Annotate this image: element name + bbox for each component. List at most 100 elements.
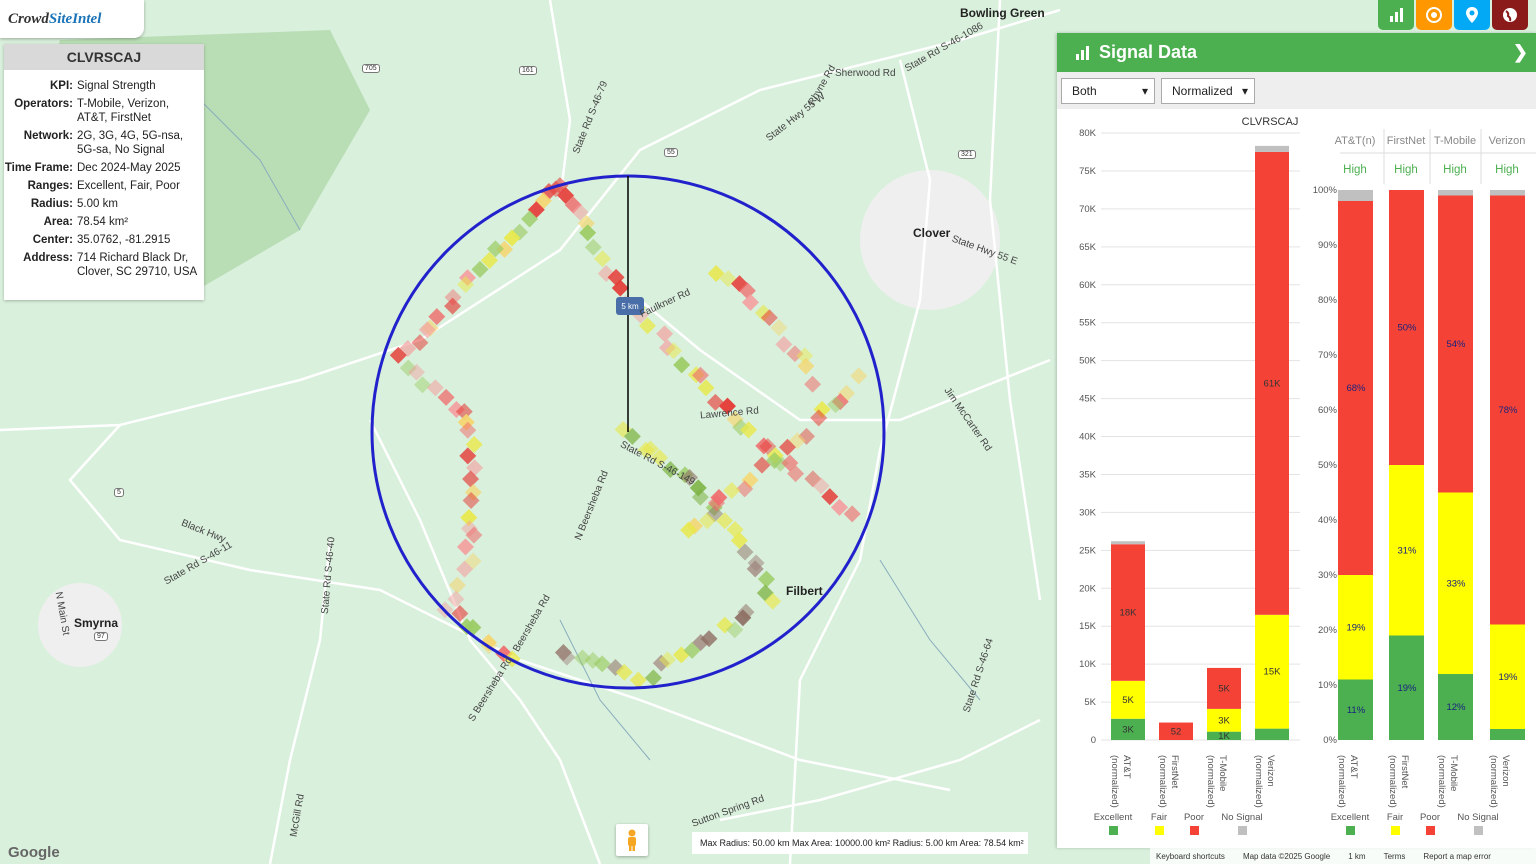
top-toolbar xyxy=(1378,0,1528,30)
chart-icon xyxy=(1390,8,1403,22)
y-tick-label: 25K xyxy=(1079,545,1097,556)
legend-label: Excellent xyxy=(1094,812,1133,823)
y-tick-label: 65K xyxy=(1079,242,1097,253)
chevron-down-icon: ▾ xyxy=(1241,83,1248,98)
y-tick-label: 70% xyxy=(1318,350,1338,361)
bar-segment xyxy=(1490,190,1525,196)
y-tick-label: 45K xyxy=(1079,394,1097,405)
bar-data-label: 61K xyxy=(1264,378,1282,389)
radius-label: 5 km xyxy=(621,302,639,311)
signal-data-panel: Signal Data ❯ Both ▾ Normalized ▾ Quanti… xyxy=(1057,33,1536,848)
info-value: 35.0762, -81.2915 xyxy=(77,234,171,246)
x-tick-label: (normalized) xyxy=(1205,755,1216,808)
route-shield: 161 xyxy=(519,66,537,75)
location-pin-icon xyxy=(1466,7,1478,23)
bar-segment xyxy=(1438,190,1473,196)
info-row: Radius: 5.00 km xyxy=(4,195,199,213)
info-row: Ranges: Excellent, Fair, Poor xyxy=(4,177,199,195)
globe-button[interactable] xyxy=(1492,0,1528,30)
y-tick-label: 60K xyxy=(1079,280,1097,291)
bar-data-label: 68% xyxy=(1346,383,1366,394)
y-tick-label: 70K xyxy=(1079,204,1097,215)
info-value: 714 Richard Black Dr, Clover, SC 29710, … xyxy=(77,252,198,278)
y-tick-label: 40K xyxy=(1079,432,1097,443)
legend-swatch xyxy=(1346,826,1355,835)
bar-data-label: 11% xyxy=(1347,705,1366,716)
column-status: High xyxy=(1495,164,1519,176)
report-error-link[interactable]: Report a map error xyxy=(1423,852,1491,861)
x-tick-label: Verizon xyxy=(1500,755,1511,787)
y-tick-label: 0 xyxy=(1091,735,1096,746)
target-button[interactable] xyxy=(1416,0,1452,30)
bar-data-label: 52 xyxy=(1171,726,1182,737)
x-tick-label: (normalized) xyxy=(1436,755,1447,808)
legend-label: Poor xyxy=(1184,812,1204,823)
bar-segment xyxy=(1490,729,1525,740)
bar-data-label: 3K xyxy=(1218,715,1230,726)
logo-text-crowd: Crowd xyxy=(8,10,49,27)
bar-data-label: 15K xyxy=(1264,667,1282,678)
info-row: Time Frame: Dec 2024-May 2025 xyxy=(4,159,199,177)
x-tick-label: (normalized) xyxy=(1336,755,1347,808)
legend-label: Fair xyxy=(1387,812,1403,823)
bar-data-label: 78% xyxy=(1498,405,1518,416)
info-row: KPI: Signal Strength xyxy=(4,77,199,95)
x-tick-label: FirstNet xyxy=(1169,755,1180,789)
location-button[interactable] xyxy=(1454,0,1490,30)
info-row: Network: 2G, 3G, 4G, 5G-nsa, 5G-sa, No Si… xyxy=(4,127,199,159)
app-logo[interactable]: Crowd SiteIntel xyxy=(0,0,144,38)
info-value: Excellent, Fair, Poor xyxy=(77,180,180,192)
x-tick-label: (normalized) xyxy=(1387,755,1398,808)
y-tick-label: 100% xyxy=(1313,185,1338,196)
keyboard-shortcuts-link[interactable]: Keyboard shortcuts xyxy=(1156,852,1225,861)
route-shield: 5 xyxy=(114,488,124,497)
x-tick-label: T-Mobile xyxy=(1448,755,1459,791)
mode-select[interactable]: Both ▾ xyxy=(1061,77,1155,104)
y-tick-label: 40% xyxy=(1318,515,1338,526)
info-row: Operators: T-Mobile, Verizon, AT&T, First… xyxy=(4,95,199,127)
collapse-chevron-icon[interactable]: ❯ xyxy=(1513,42,1528,63)
legend-swatch xyxy=(1155,826,1164,835)
bar-data-label: 19% xyxy=(1397,683,1417,694)
scale-select-value: Normalized xyxy=(1172,83,1233,98)
legend-label: Excellent xyxy=(1331,812,1370,823)
chevron-down-icon: ▾ xyxy=(1141,83,1148,98)
y-tick-label: 55K xyxy=(1079,318,1097,329)
town-label-clover: Clover xyxy=(913,226,951,240)
column-header: FirstNet xyxy=(1387,135,1426,147)
bar-data-label: 19% xyxy=(1346,622,1366,633)
bar-data-label: 1K xyxy=(1218,731,1230,742)
info-key: Area: xyxy=(43,216,73,228)
signal-panel-header: Signal Data ❯ xyxy=(1057,33,1536,72)
scale-select[interactable]: Normalized ▾ xyxy=(1161,77,1255,104)
bar-data-label: 5K xyxy=(1122,695,1134,706)
y-tick-label: 0% xyxy=(1323,735,1337,746)
info-value: T-Mobile, Verizon, AT&T, FirstNet xyxy=(77,98,170,124)
chart-button[interactable] xyxy=(1378,0,1414,30)
street-view-pegman[interactable] xyxy=(616,824,648,856)
y-tick-label: 20K xyxy=(1079,583,1097,594)
info-row: Center: 35.0762, -81.2915 xyxy=(4,231,199,249)
x-tick-label: (normalized) xyxy=(1109,755,1120,808)
site-id-title: CLVRSCAJ xyxy=(4,44,204,70)
route-shield: 55 xyxy=(664,148,678,157)
legend-label: Poor xyxy=(1420,812,1440,823)
bar-data-label: 18K xyxy=(1120,608,1138,619)
y-tick-label: 15K xyxy=(1079,621,1097,632)
google-logo: Google xyxy=(8,844,60,861)
bar-segment xyxy=(1338,190,1373,201)
x-tick-label: FirstNet xyxy=(1399,755,1410,789)
terms-link[interactable]: Terms xyxy=(1384,852,1406,861)
y-tick-label: 30% xyxy=(1318,570,1338,581)
legend-swatch xyxy=(1190,826,1199,835)
y-tick-label: 50K xyxy=(1079,356,1097,367)
route-shield: 705 xyxy=(362,64,380,73)
chart-title: CLVRSCAJ xyxy=(1242,116,1299,128)
bar-segment xyxy=(1255,728,1289,740)
bar-data-label: 12% xyxy=(1446,702,1466,713)
y-tick-label: 60% xyxy=(1318,405,1338,416)
y-tick-label: 35K xyxy=(1079,469,1097,480)
legend-label: Fair xyxy=(1151,812,1167,823)
info-value: Dec 2024-May 2025 xyxy=(77,162,181,174)
column-status: High xyxy=(1343,164,1367,176)
